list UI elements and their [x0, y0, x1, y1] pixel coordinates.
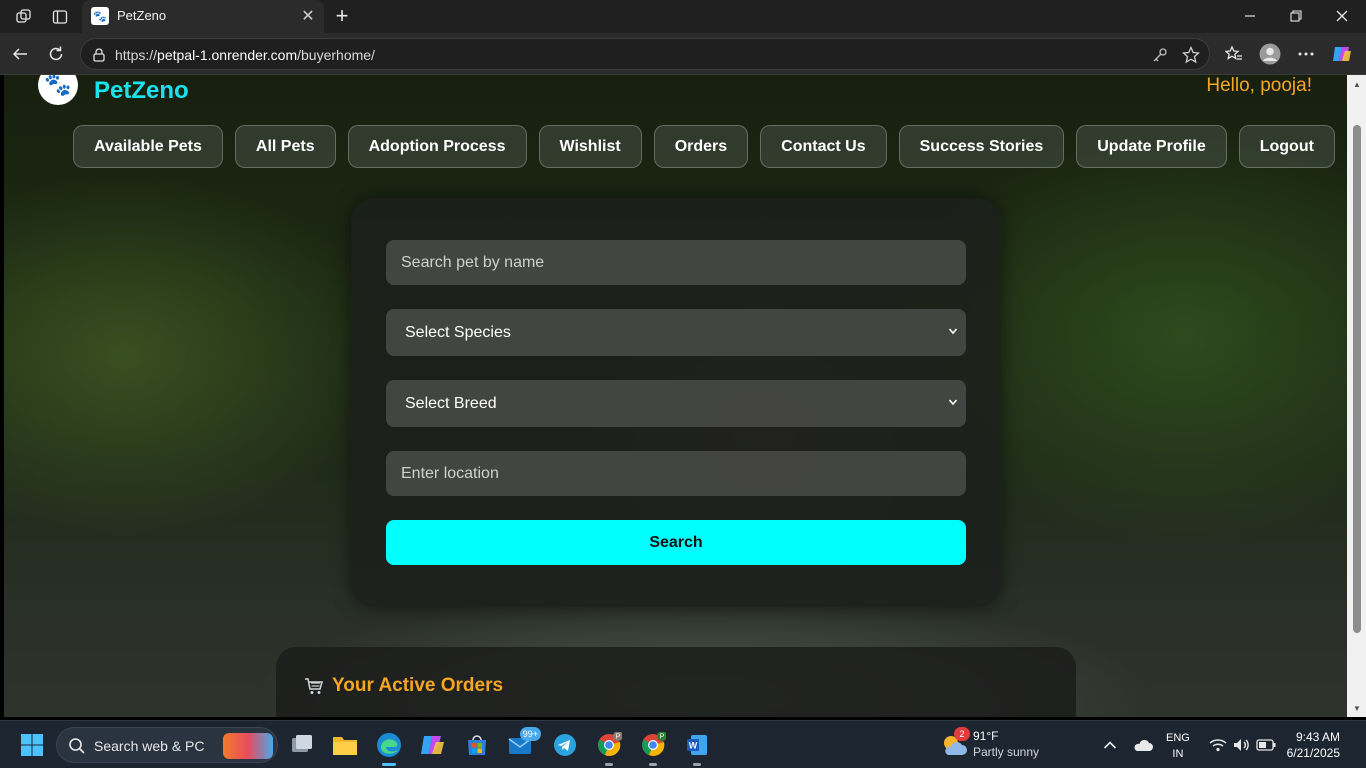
chevron-down-icon [948, 328, 958, 335]
active-orders-card: Your Active Orders [276, 647, 1076, 717]
edge-browser-icon[interactable] [373, 729, 405, 766]
breed-select-value: Select Breed [405, 394, 497, 412]
url-prefix: https:// [115, 47, 158, 63]
microsoft-store-icon[interactable] [461, 729, 493, 761]
profile-avatar-icon[interactable] [1258, 42, 1282, 66]
chrome-profile-p-icon[interactable]: P [593, 729, 625, 766]
nav-all-pets[interactable]: All Pets [234, 125, 336, 168]
language-region: IN [1172, 748, 1184, 760]
copilot-taskbar-icon[interactable] [417, 729, 449, 761]
search-button[interactable]: Search [386, 520, 966, 565]
favorites-icon[interactable] [1222, 42, 1246, 66]
clock-date: 6/21/2025 [1286, 746, 1340, 760]
chrome-profile-p2-icon[interactable]: P [637, 729, 669, 766]
tab-title: PetZeno [117, 8, 167, 23]
search-icon [69, 738, 85, 754]
chevron-up-icon[interactable] [1100, 735, 1120, 755]
user-greeting: Hello, pooja! [1206, 75, 1312, 96]
running-indicator [605, 763, 613, 766]
species-select-value: Select Species [405, 323, 511, 341]
running-indicator [382, 763, 396, 766]
main-nav: Available Pets All Pets Adoption Process… [73, 125, 1335, 168]
volume-icon[interactable] [1231, 735, 1251, 755]
close-window-button[interactable] [1322, 3, 1362, 29]
onedrive-cloud-icon[interactable] [1133, 735, 1153, 755]
more-menu-icon[interactable] [1294, 42, 1318, 66]
word-icon[interactable]: W [681, 729, 713, 766]
telegram-icon[interactable] [549, 729, 581, 761]
browser-toolbar: https://petpal-1.onrender.com/buyerhome/ [0, 33, 1366, 75]
nav-logout[interactable]: Logout [1238, 125, 1335, 168]
url-text[interactable]: https://petpal-1.onrender.com/buyerhome/ [115, 47, 375, 63]
scroll-down-arrow-icon[interactable]: ▼ [1352, 703, 1362, 713]
tab-close-icon[interactable]: ✕ [298, 5, 318, 27]
search-highlight-image [223, 733, 273, 759]
restore-button[interactable] [1276, 3, 1316, 29]
store-update-badge: 99+ [519, 727, 541, 741]
workspaces-icon[interactable] [14, 7, 34, 27]
back-arrow-icon[interactable] [8, 42, 32, 66]
browser-tab-active[interactable]: 🐾 PetZeno ✕ [82, 0, 324, 33]
vertical-tabs-icon[interactable] [50, 7, 70, 27]
task-view-icon[interactable] [286, 729, 318, 761]
shopping-cart-icon [305, 678, 323, 694]
weather-temperature: 91°F [973, 729, 999, 743]
weather-alert-badge: 2 [954, 727, 970, 741]
clock-time: 9:43 AM [1295, 730, 1340, 744]
taskbar-search-box[interactable]: Search web & PC [56, 727, 278, 763]
weather-description: Partly sunny [973, 745, 1040, 759]
species-select[interactable]: Select Species [386, 309, 966, 356]
windows-start-icon[interactable] [16, 729, 48, 761]
mail-app-icon[interactable]: 99+ [505, 727, 541, 761]
browser-tab-strip: 🐾 PetZeno ✕ + [0, 0, 1366, 33]
nav-wishlist[interactable]: Wishlist [538, 125, 642, 168]
scrollbar-thumb[interactable] [1353, 125, 1361, 633]
site-info-lock-icon[interactable] [91, 47, 107, 63]
language-indicator[interactable]: ENG IN [1166, 730, 1190, 762]
svg-text:W: W [689, 741, 698, 751]
file-explorer-icon[interactable] [329, 729, 361, 761]
nav-update-profile[interactable]: Update Profile [1076, 125, 1227, 168]
address-bar[interactable]: https://petpal-1.onrender.com/buyerhome/ [80, 38, 1210, 70]
refresh-icon[interactable] [44, 42, 68, 66]
page-scrollbar[interactable]: ▲ ▼ [1347, 75, 1366, 717]
weather-widget[interactable]: 2 91°F Partly sunny [940, 727, 1050, 762]
pet-search-card: Search pet by name Select Species Select… [351, 198, 1001, 607]
nav-success-stories[interactable]: Success Stories [898, 125, 1065, 168]
new-tab-button[interactable]: + [330, 3, 354, 29]
copilot-icon[interactable] [1330, 42, 1354, 66]
nav-adoption-process[interactable]: Adoption Process [347, 125, 527, 168]
minimize-button[interactable] [1230, 3, 1270, 29]
running-indicator [693, 763, 701, 766]
password-key-icon[interactable] [1151, 46, 1169, 64]
url-path: /buyerhome/ [297, 47, 375, 63]
favorite-star-icon[interactable] [1182, 46, 1200, 64]
page-viewport: 🐾 PetZeno Hello, pooja! Available Pets A… [4, 75, 1347, 717]
windows-taskbar: Search web & PC 99+ P P W 2 91°F Partly [0, 720, 1366, 768]
svg-text:P: P [616, 734, 621, 741]
brand-name[interactable]: PetZeno [94, 77, 189, 105]
location-input[interactable]: Enter location [386, 451, 966, 496]
running-indicator [649, 763, 657, 766]
system-clock[interactable]: 9:43 AM 6/21/2025 [1287, 729, 1340, 761]
pet-name-search-input[interactable]: Search pet by name [386, 240, 966, 285]
battery-icon[interactable] [1256, 735, 1276, 755]
nav-available-pets[interactable]: Available Pets [73, 125, 223, 168]
wifi-icon[interactable] [1208, 735, 1228, 755]
svg-text:P: P [660, 734, 665, 741]
breed-select[interactable]: Select Breed [386, 380, 966, 427]
paw-favicon-icon: 🐾 [91, 7, 109, 25]
language-code: ENG [1166, 732, 1190, 744]
url-host: petpal-1.onrender.com [157, 47, 298, 63]
nav-orders[interactable]: Orders [653, 125, 749, 168]
taskbar-search-placeholder: Search web & PC [94, 738, 205, 754]
paw-logo-icon[interactable]: 🐾 [38, 75, 78, 105]
nav-contact-us[interactable]: Contact Us [760, 125, 887, 168]
scroll-up-arrow-icon[interactable]: ▲ [1352, 79, 1362, 89]
active-orders-heading: Your Active Orders [304, 675, 503, 697]
chevron-down-icon [948, 399, 958, 406]
active-orders-title: Your Active Orders [332, 675, 504, 696]
